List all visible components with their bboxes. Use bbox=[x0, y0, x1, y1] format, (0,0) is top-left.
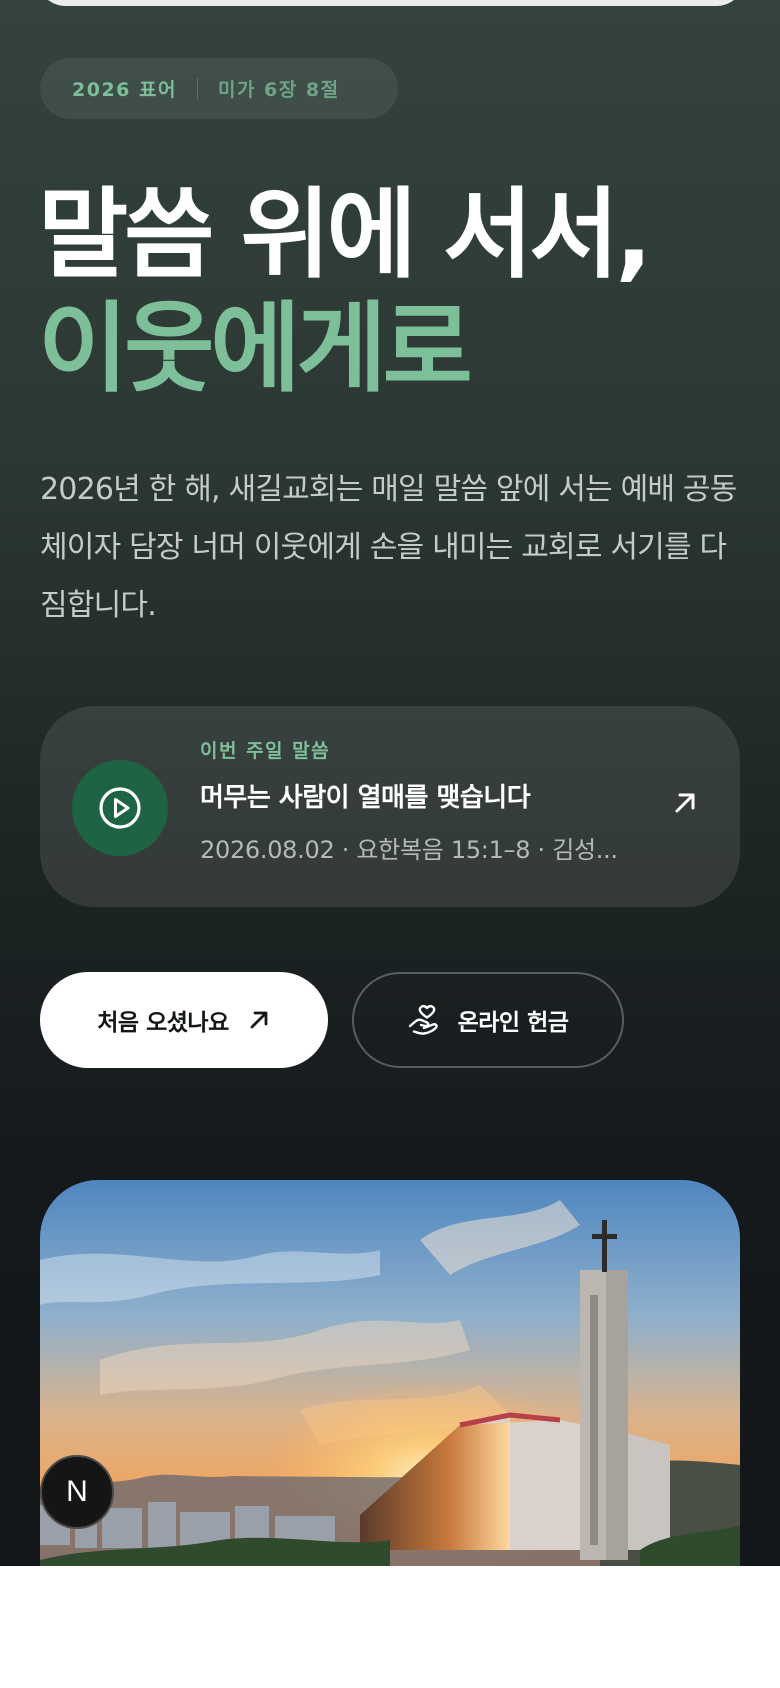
page-headline: 말씀 위에 서서, 이웃에게로 bbox=[38, 178, 652, 406]
this-week-sermon-card[interactable]: 이번 주일 말씀 머무는 사람이 열매를 맺습니다 2026.08.02 · 요… bbox=[40, 706, 740, 907]
motto-tag: 2026 표어 미가 6장 8절 bbox=[40, 58, 398, 119]
hero-section: 2026 표어 미가 6장 8절 말씀 위에 서서, 이웃에게로 2026년 한… bbox=[0, 0, 780, 1566]
headline-line-1: 말씀 위에 서서, bbox=[38, 178, 652, 292]
motto-year: 2026 표어 bbox=[72, 79, 177, 101]
online-offering-label: 온라인 헌금 bbox=[457, 1010, 569, 1036]
sermon-title: 머무는 사람이 열매를 맺습니다 bbox=[200, 783, 531, 813]
first-visit-button[interactable]: 처음 오셨나요 bbox=[40, 972, 328, 1068]
online-offering-button[interactable]: 온라인 헌금 bbox=[352, 972, 624, 1068]
sermon-meta: 2026.08.02 · 요한복음 15:1–8 · 김성... bbox=[200, 836, 618, 864]
top-search-bar[interactable] bbox=[36, 0, 746, 6]
arrow-up-right-icon bbox=[675, 793, 695, 813]
hand-heart-icon bbox=[408, 1005, 438, 1035]
headline-line-2: 이웃에게로 bbox=[38, 292, 473, 406]
play-circle-icon[interactable] bbox=[72, 760, 168, 856]
sermon-info: 이번 주일 말씀 머무는 사람이 열매를 맺습니다 2026.08.02 · 요… bbox=[200, 736, 640, 865]
intro-text: 2026년 한 해, 새길교회는 매일 말씀 앞에 서는 예배 공동체이자 담장… bbox=[40, 472, 737, 623]
sermon-label: 이번 주일 말씀 bbox=[200, 740, 331, 762]
tag-divider bbox=[196, 77, 198, 100]
first-visit-label: 처음 오셨나요 bbox=[97, 1010, 229, 1036]
church-photo bbox=[40, 1180, 740, 1566]
arrow-up-right-icon bbox=[250, 1011, 268, 1029]
motto-verse: 미가 6장 8절 bbox=[217, 79, 340, 101]
avatar[interactable]: N bbox=[40, 1455, 114, 1529]
